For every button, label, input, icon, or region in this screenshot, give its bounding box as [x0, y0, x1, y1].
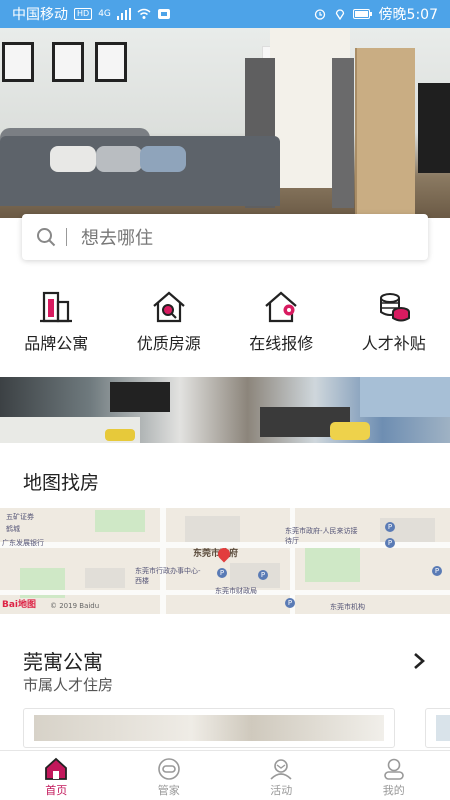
wall-picture: [95, 42, 127, 82]
map-building: [85, 568, 125, 588]
search-divider: [66, 228, 67, 246]
clock-label: 傍晚5:07: [378, 7, 438, 23]
apartment-card-image: [34, 715, 384, 741]
quick-menu: 品牌公寓 优质房源 在线报修 人才补贴: [0, 290, 450, 360]
nav-label: 我的: [382, 784, 405, 797]
nav-label: 活动: [270, 784, 293, 797]
map-logo: Bai地图: [2, 600, 37, 610]
quick-item-label: 在线报修: [249, 334, 314, 353]
nav-label: 首页: [45, 784, 68, 797]
promo-photo-strip[interactable]: [0, 377, 450, 443]
house-search-icon: [153, 291, 185, 323]
map-section-title: 地图找房: [23, 472, 100, 494]
map-place-label: 东莞市政府: [193, 549, 239, 559]
map-park: [305, 548, 360, 582]
quick-item-label: 品牌公寓: [24, 334, 89, 353]
apartment-card-list: [23, 708, 450, 748]
notification-icon: [157, 9, 170, 19]
activity-icon: [270, 759, 292, 780]
apartment-section-subtitle: 市属人才住房: [23, 676, 114, 694]
map-label: 五矿证券: [6, 513, 34, 521]
map-building: [230, 563, 280, 588]
pillow: [140, 146, 186, 172]
bottom-nav: 首页 管家 活动 我的: [0, 750, 450, 800]
home-icon: [45, 757, 68, 780]
chevron-right-icon[interactable]: [408, 650, 430, 672]
status-bar: 中国移动 HD 4G 傍晚5:07: [0, 0, 450, 28]
parking-icon: P: [217, 568, 227, 578]
cabinet: [355, 48, 415, 218]
bed: [0, 136, 280, 206]
nav-label: 管家: [157, 784, 180, 797]
carrier-label: 中国移动: [12, 7, 68, 23]
quick-item-label: 人才补贴: [361, 334, 426, 353]
pillow: [50, 146, 96, 172]
alarm-icon: [314, 9, 325, 20]
apartment-card[interactable]: [425, 708, 450, 748]
quick-item-talent-subsidy[interactable]: 人才补贴: [338, 290, 450, 360]
nav-item-butler[interactable]: 管家: [113, 751, 226, 800]
map-label: 东莞市行政办事中心-西楼: [135, 567, 201, 585]
quick-item-label: 优质房源: [136, 334, 201, 353]
apartment-card[interactable]: [23, 708, 395, 748]
parking-icon: P: [385, 538, 395, 548]
parking-icon: P: [258, 570, 268, 580]
parking-icon: P: [285, 598, 295, 608]
parking-icon: P: [385, 522, 395, 532]
search-icon: [37, 228, 56, 247]
photo-tv: [110, 382, 170, 412]
search-bar[interactable]: 想去哪住: [22, 214, 428, 260]
nav-item-profile[interactable]: 我的: [338, 751, 450, 800]
wifi-icon: [137, 8, 151, 19]
location-icon: [335, 9, 344, 20]
map-view[interactable]: 五矿证券 鹤城 广东发展银行 东莞市行政办事中心-西楼 东莞市财政局 东莞市政府…: [0, 508, 450, 614]
map-copyright: © 2019 Baidu: [50, 602, 100, 610]
map-label: 东莞市财政局: [215, 587, 257, 595]
quick-item-online-repair[interactable]: 在线报修: [225, 290, 338, 360]
television: [418, 83, 450, 173]
photo-chair: [105, 429, 135, 441]
map-label: 广东发展银行: [2, 539, 44, 547]
wall-picture: [2, 42, 34, 82]
building-icon: [40, 291, 73, 323]
map-building: [185, 516, 240, 542]
pillow: [96, 146, 142, 172]
map-label: 鹤城: [6, 525, 20, 533]
map-road: [160, 508, 166, 614]
house-repair-icon: [265, 291, 297, 323]
nav-item-activity[interactable]: 活动: [225, 751, 338, 800]
map-park: [95, 510, 145, 532]
quick-item-brand-apartment[interactable]: 品牌公寓: [0, 290, 113, 360]
network-label: 4G: [98, 9, 111, 19]
map-label: 东莞市机构: [330, 603, 365, 611]
map-label: 东莞市政府-人民来访接待厅: [285, 527, 358, 545]
hd-badge: HD: [74, 8, 93, 20]
photo-cushion: [330, 422, 370, 440]
apartment-card-image: [436, 715, 450, 741]
nav-item-home[interactable]: 首页: [0, 751, 113, 800]
wall-picture: [52, 42, 84, 82]
photo-wall: [360, 377, 450, 417]
curtain: [332, 58, 354, 208]
parking-icon: P: [432, 566, 442, 576]
banner-carousel[interactable]: [0, 28, 450, 218]
battery-icon: [352, 9, 372, 19]
signal-icon: [116, 8, 131, 20]
quick-item-quality-listing[interactable]: 优质房源: [113, 290, 226, 360]
coins-icon: [379, 293, 410, 322]
butler-icon: [157, 758, 180, 780]
search-placeholder[interactable]: 想去哪住: [81, 224, 153, 250]
apartment-section-title: 莞寓公寓: [23, 650, 103, 674]
profile-icon: [383, 758, 404, 780]
